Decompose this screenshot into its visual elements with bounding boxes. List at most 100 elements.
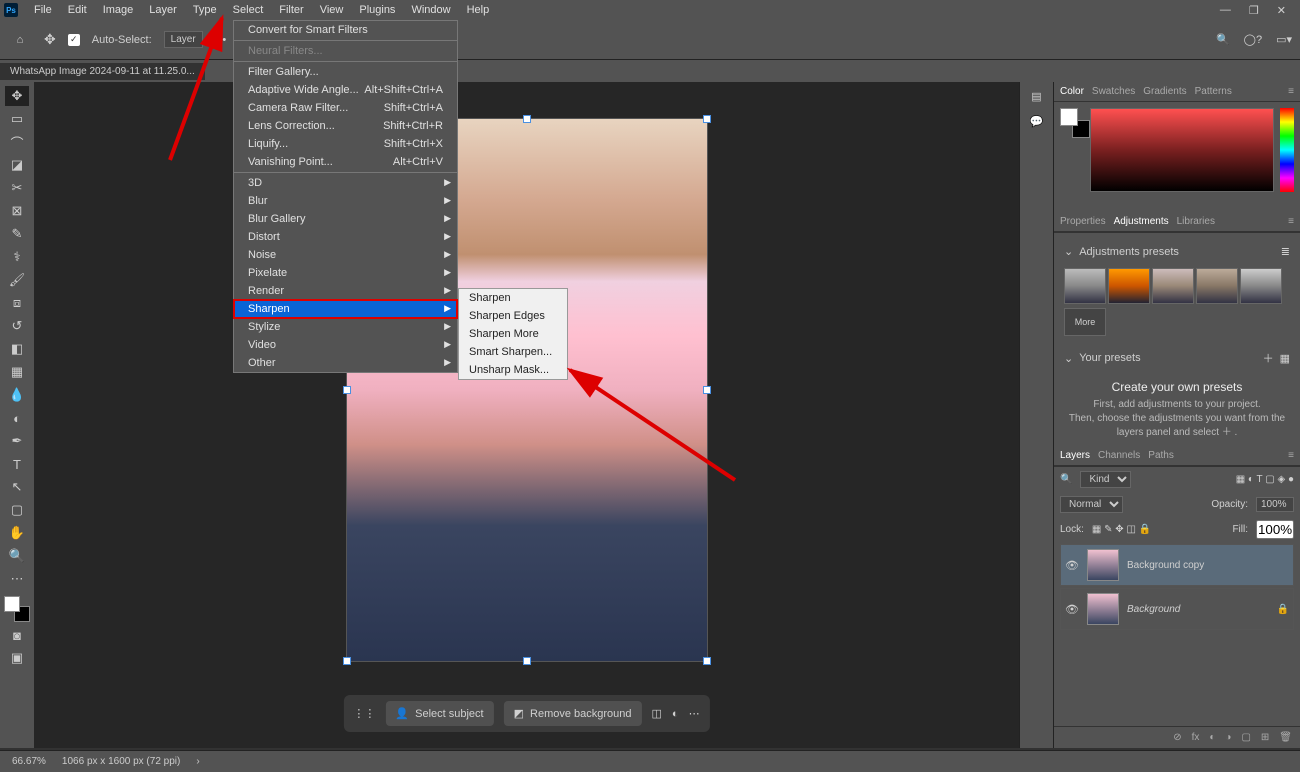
grid-icon[interactable]: ▦ (1280, 352, 1290, 365)
panel-menu-icon[interactable]: ≡ (1288, 86, 1294, 97)
select-subject-button[interactable]: 👤 Select subject (385, 701, 493, 726)
menu-select[interactable]: Select (225, 2, 272, 18)
gradient-tool[interactable]: ▦ (5, 362, 29, 382)
menu-item-noise[interactable]: Noise▶ (234, 246, 457, 264)
search-icon[interactable]: 🔍 (1216, 33, 1230, 46)
menu-image[interactable]: Image (95, 2, 142, 18)
stamp-tool[interactable]: ⧈ (5, 293, 29, 313)
document-tab[interactable]: WhatsApp Image 2024-09-11 at 11.25.0... (0, 63, 205, 80)
menu-item-filter-gallery[interactable]: Filter Gallery... (234, 63, 457, 81)
object-select-tool[interactable]: ◪ (5, 155, 29, 175)
menu-item-blur-gallery[interactable]: Blur Gallery▶ (234, 210, 457, 228)
menu-view[interactable]: View (312, 2, 352, 18)
adjustments-icon[interactable]: ◐ (672, 708, 679, 720)
menu-item-blur[interactable]: Blur▶ (234, 192, 457, 210)
preset-thumb[interactable] (1064, 268, 1106, 304)
tab-channels[interactable]: Channels (1098, 450, 1140, 461)
menu-item-stylize[interactable]: Stylize▶ (234, 318, 457, 336)
hue-strip[interactable] (1280, 108, 1294, 192)
lock-icons[interactable]: ▦ ✎ ✥ ◫ 🔒 (1092, 524, 1151, 535)
menu-edit[interactable]: Edit (60, 2, 95, 18)
move-tool-icon[interactable]: ✥ (44, 31, 56, 48)
menu-layer[interactable]: Layer (141, 2, 185, 18)
edit-toolbar[interactable]: ⋯ (5, 569, 29, 589)
mask-icon[interactable]: ◐ (1209, 732, 1215, 743)
transform-handle[interactable] (343, 386, 351, 394)
zoom-tool[interactable]: 🔍 (5, 546, 29, 566)
color-picker-box[interactable] (1090, 108, 1274, 192)
color-fgbg[interactable] (1060, 108, 1084, 132)
tab-color[interactable]: Color (1060, 86, 1084, 97)
layer-name[interactable]: Background (1127, 604, 1180, 615)
comment-icon[interactable]: 💬 (1030, 115, 1044, 128)
tab-layers[interactable]: Layers (1060, 450, 1090, 461)
menu-filter[interactable]: Filter (271, 2, 311, 18)
more-presets-button[interactable]: More (1064, 308, 1106, 336)
visibility-icon[interactable]: 👁 (1065, 603, 1079, 616)
pen-tool[interactable]: ✒ (5, 431, 29, 451)
frame-tool[interactable]: ⊠ (5, 201, 29, 221)
path-select-tool[interactable]: ↖ (5, 477, 29, 497)
crop-tool[interactable]: ✂ (5, 178, 29, 198)
transform-handle[interactable] (523, 657, 531, 665)
transform-icon[interactable]: ◫ (652, 707, 662, 720)
menu-item-camera-raw[interactable]: Camera Raw Filter...Shift+Ctrl+A (234, 99, 457, 117)
preset-thumb[interactable] (1152, 268, 1194, 304)
panel-icon[interactable]: ▤ (1031, 90, 1041, 103)
maximize-icon[interactable]: ❐ (1249, 4, 1259, 17)
menu-item-neural[interactable]: Neural Filters... (234, 42, 457, 60)
hand-tool[interactable]: ✋ (5, 523, 29, 543)
rectangle-tool[interactable]: ▢ (5, 500, 29, 520)
list-icon[interactable]: ≣ (1281, 245, 1290, 258)
menu-item-distort[interactable]: Distort▶ (234, 228, 457, 246)
zoom-level[interactable]: 66.67% (12, 756, 46, 767)
menu-item-render[interactable]: Render▶ (234, 282, 457, 300)
tab-swatches[interactable]: Swatches (1092, 86, 1135, 97)
tab-patterns[interactable]: Patterns (1195, 86, 1232, 97)
submenu-sharpen-edges[interactable]: Sharpen Edges (459, 307, 567, 325)
tab-adjustments[interactable]: Adjustments (1114, 216, 1169, 227)
history-brush-tool[interactable]: ↺ (5, 316, 29, 336)
transform-handle[interactable] (343, 657, 351, 665)
fg-bg-colors[interactable] (4, 596, 30, 622)
menu-item-lens-correction[interactable]: Lens Correction...Shift+Ctrl+R (234, 117, 457, 135)
more-icon[interactable]: ⋯ (689, 707, 700, 720)
quick-mask[interactable]: ◙ (5, 625, 29, 645)
group-icon[interactable]: ▢ (1241, 732, 1250, 743)
preset-thumb[interactable] (1108, 268, 1150, 304)
layer-row[interactable]: 👁 Background copy (1060, 544, 1294, 586)
visibility-icon[interactable]: 👁 (1065, 559, 1079, 572)
panel-menu-icon[interactable]: ≡ (1288, 450, 1294, 461)
eraser-tool[interactable]: ◧ (5, 339, 29, 359)
brush-tool[interactable]: 🖌 (5, 270, 29, 290)
new-layer-icon[interactable]: ⊞ (1261, 732, 1269, 743)
link-icon[interactable]: ⊘ (1173, 732, 1181, 743)
chevron-down-icon[interactable]: ⌄ (1064, 245, 1073, 258)
menu-window[interactable]: Window (403, 2, 458, 18)
preset-thumb[interactable] (1196, 268, 1238, 304)
transform-handle[interactable] (523, 115, 531, 123)
dodge-tool[interactable]: ◐ (5, 408, 29, 428)
marquee-tool[interactable]: ▭ (5, 109, 29, 129)
drag-handle-icon[interactable]: ⋮⋮ (353, 707, 375, 720)
menu-type[interactable]: Type (185, 2, 225, 18)
layer-thumbnail[interactable] (1087, 593, 1119, 625)
menu-file[interactable]: File (26, 2, 60, 18)
lasso-tool[interactable]: ⌒ (5, 132, 29, 152)
remove-background-button[interactable]: ◩ Remove background (504, 701, 642, 726)
chevron-down-icon[interactable]: ⌄ (1064, 352, 1073, 365)
transform-handle[interactable] (703, 386, 711, 394)
delete-icon[interactable]: 🗑 (1279, 732, 1292, 743)
layer-name[interactable]: Background copy (1127, 560, 1204, 571)
panel-menu-icon[interactable]: ≡ (1288, 216, 1294, 227)
auto-select-checkbox[interactable]: ✓ (68, 34, 80, 46)
blur-tool[interactable]: 💧 (5, 385, 29, 405)
menu-item-video[interactable]: Video▶ (234, 336, 457, 354)
menu-item-other[interactable]: Other▶ (234, 354, 457, 372)
move-tool[interactable]: ✥ (5, 86, 29, 106)
screen-mode[interactable]: ▣ (5, 648, 29, 668)
more-options-icon[interactable]: ••• (215, 34, 227, 46)
tab-libraries[interactable]: Libraries (1177, 216, 1215, 227)
workspace-icon[interactable]: ▭▾ (1276, 33, 1292, 46)
submenu-unsharp-mask[interactable]: Unsharp Mask... (459, 361, 567, 379)
